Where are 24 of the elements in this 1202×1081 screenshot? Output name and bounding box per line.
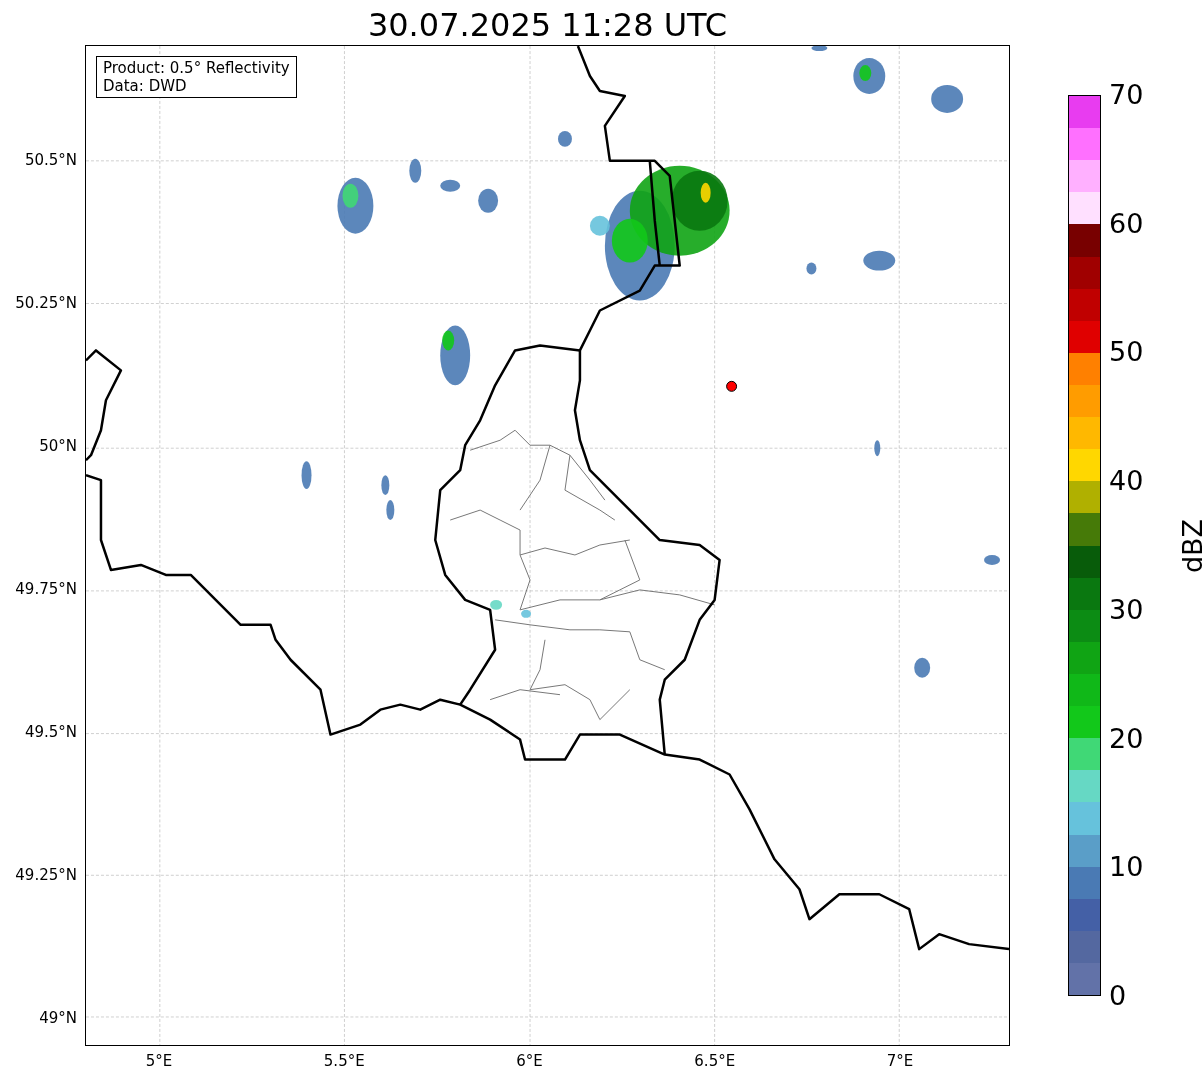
longitude-label: 6°E: [516, 1052, 543, 1070]
colorbar-label: dBZ: [1178, 518, 1202, 574]
legend-text: Data: DWD: [103, 77, 188, 95]
longitude-label: 5.5°E: [323, 1052, 365, 1070]
latitude-label: 49.5°N: [24, 723, 77, 741]
colorbar-tick-label: 10: [1109, 852, 1144, 883]
latitude-label: 50.5°N: [24, 151, 77, 169]
longitude-label: 7°E: [886, 1052, 914, 1070]
longitude-label: 6.5°E: [694, 1052, 736, 1070]
longitude-label: 5°E: [145, 1052, 173, 1070]
chart-title: 30.07.2025 11:28 UTC: [367, 5, 728, 45]
latitude-label: 49.25°N: [15, 866, 77, 884]
colorbar-tick-label: 50: [1109, 337, 1144, 368]
colorbar-tick-label: 60: [1109, 208, 1144, 239]
colorbar-tick-label: 20: [1109, 723, 1144, 754]
legend-text: Product: 0.5° Reflectivity: [103, 59, 290, 77]
colorbar-tick-label: 70: [1109, 80, 1144, 110]
colorbar-tick-label: 30: [1109, 594, 1144, 625]
latitude-label: 50.25°N: [15, 294, 77, 312]
latitude-label: 50°N: [39, 437, 77, 455]
latitude-label: 49.75°N: [15, 580, 77, 598]
colorbar-tick-label: 40: [1109, 466, 1144, 497]
colorbar-tick-label: 0: [1109, 981, 1127, 1011]
latitude-label: 49°N: [39, 1009, 77, 1027]
